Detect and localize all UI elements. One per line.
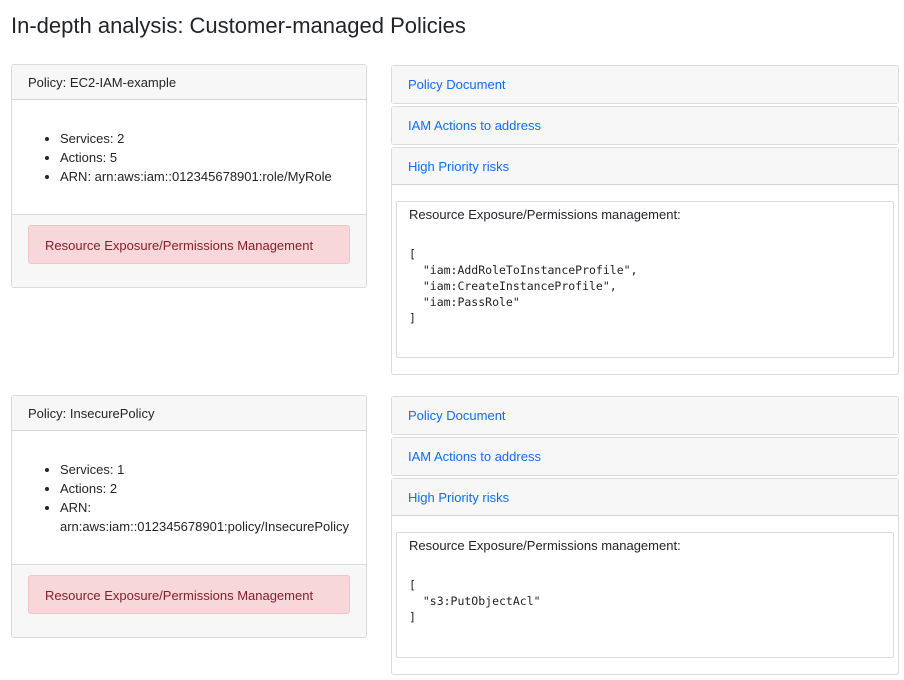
risk-alert: Resource Exposure/Permissions Management xyxy=(28,225,350,264)
policy-card-header: Policy: InsecurePolicy xyxy=(12,396,366,431)
risk-details-box: Resource Exposure/Permissions management… xyxy=(396,532,894,658)
policy-accordion: Policy Document IAM Actions to address H… xyxy=(391,396,899,677)
high-priority-risks-toggle[interactable]: High Priority risks xyxy=(392,148,898,185)
policy-card-header: Policy: EC2-IAM-example xyxy=(12,65,366,100)
policy-arn: ARN: arn:aws:iam::012345678901:role/MyRo… xyxy=(60,167,350,186)
high-priority-risks-body: Resource Exposure/Permissions management… xyxy=(392,516,898,674)
risk-details-box: Resource Exposure/Permissions management… xyxy=(396,201,894,358)
policy-summary-list: Services: 1 Actions: 2 ARN: arn:aws:iam:… xyxy=(28,460,350,536)
risk-category-title: Resource Exposure/Permissions management… xyxy=(409,538,681,553)
iam-actions-toggle[interactable]: IAM Actions to address xyxy=(392,107,898,144)
risky-actions-json: [ "s3:PutObjectAcl" ] xyxy=(409,578,541,624)
policy-summary-list: Services: 2 Actions: 5 ARN: arn:aws:iam:… xyxy=(28,129,350,186)
policy-card: Policy: InsecurePolicy Services: 1 Actio… xyxy=(11,395,367,638)
actions-count: Actions: 2 xyxy=(60,479,350,498)
policy-card-body: Services: 1 Actions: 2 ARN: arn:aws:iam:… xyxy=(12,431,366,565)
iam-actions-toggle[interactable]: IAM Actions to address xyxy=(392,438,898,475)
risk-category-title: Resource Exposure/Permissions management… xyxy=(409,207,681,222)
policy-card: Policy: EC2-IAM-example Services: 2 Acti… xyxy=(11,64,367,288)
actions-count: Actions: 5 xyxy=(60,148,350,167)
page-title: In-depth analysis: Customer-managed Poli… xyxy=(11,13,466,38)
policy-card-footer: Resource Exposure/Permissions Management xyxy=(12,565,366,637)
accordion-item-high-priority: High Priority risks Resource Exposure/Pe… xyxy=(391,147,899,375)
accordion-item-policy-document: Policy Document xyxy=(391,396,899,435)
policy-document-toggle[interactable]: Policy Document xyxy=(392,397,898,434)
policy-arn: ARN: arn:aws:iam::012345678901:policy/In… xyxy=(60,498,350,536)
services-count: Services: 1 xyxy=(60,460,350,479)
risk-alert: Resource Exposure/Permissions Management xyxy=(28,575,350,614)
high-priority-risks-toggle[interactable]: High Priority risks xyxy=(392,479,898,516)
policy-accordion: Policy Document IAM Actions to address H… xyxy=(391,65,899,377)
accordion-item-iam-actions: IAM Actions to address xyxy=(391,106,899,145)
high-priority-risks-body: Resource Exposure/Permissions management… xyxy=(392,185,898,374)
services-count: Services: 2 xyxy=(60,129,350,148)
accordion-item-policy-document: Policy Document xyxy=(391,65,899,104)
policy-card-body: Services: 2 Actions: 5 ARN: arn:aws:iam:… xyxy=(12,100,366,215)
risky-actions-json: [ "iam:AddRoleToInstanceProfile", "iam:C… xyxy=(409,247,638,325)
accordion-item-high-priority: High Priority risks Resource Exposure/Pe… xyxy=(391,478,899,675)
policy-document-toggle[interactable]: Policy Document xyxy=(392,66,898,103)
accordion-item-iam-actions: IAM Actions to address xyxy=(391,437,899,476)
policy-card-footer: Resource Exposure/Permissions Management xyxy=(12,215,366,287)
